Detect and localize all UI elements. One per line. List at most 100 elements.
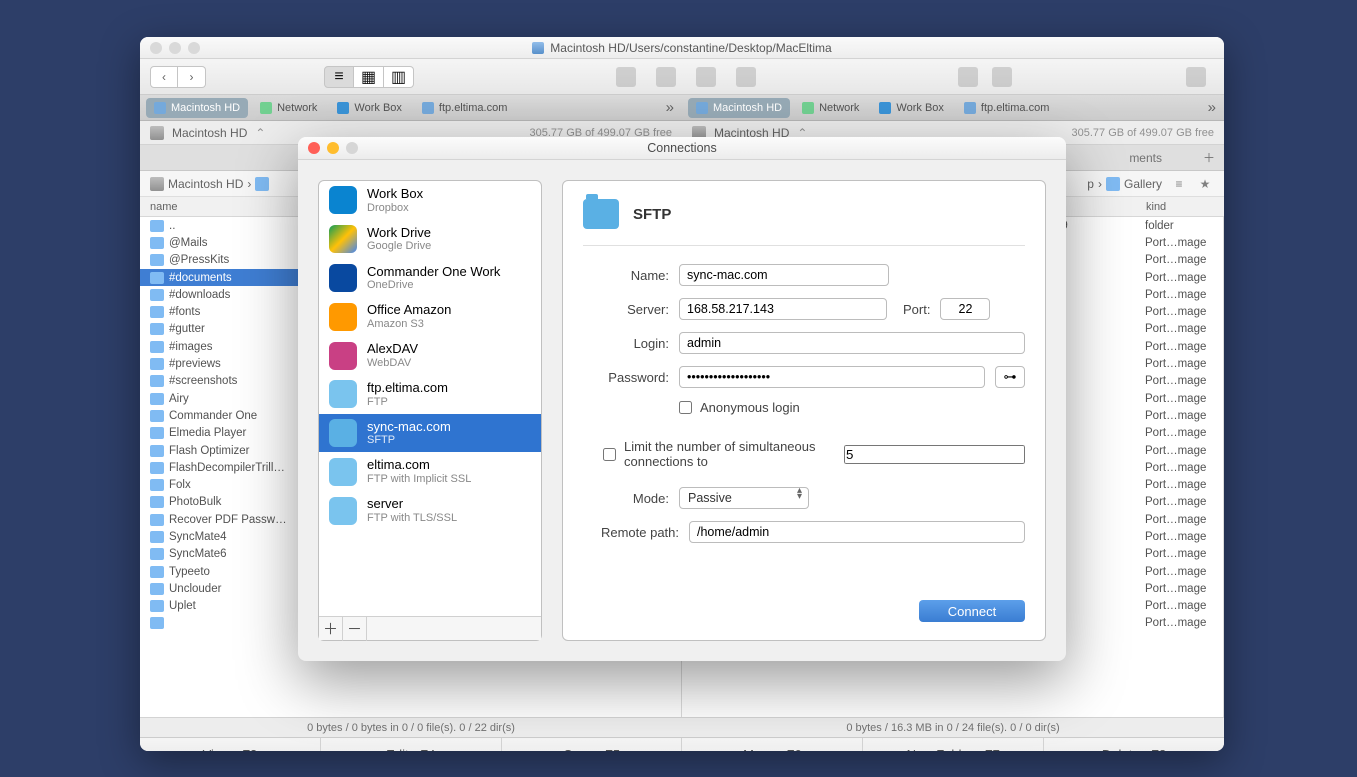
file-kind: folder [1145, 220, 1223, 232]
port-label: Port: [903, 302, 930, 317]
connection-type: FTP [367, 396, 448, 409]
folder-icon [150, 220, 164, 232]
folder-icon [150, 237, 164, 249]
fn-button[interactable]: New Folder - F7 [863, 738, 1044, 751]
close-icon[interactable] [150, 42, 162, 54]
fn-button[interactable]: View - F3 [140, 738, 321, 751]
add-tab-button[interactable]: ＋ [1200, 149, 1218, 167]
folder-icon [150, 479, 164, 491]
info-icon[interactable] [656, 67, 676, 87]
tab-macintosh-hd[interactable]: Macintosh HD [146, 98, 248, 118]
server-input[interactable] [679, 298, 887, 320]
connection-item[interactable]: Office AmazonAmazon S3 [319, 297, 541, 336]
preview-icon[interactable] [696, 67, 716, 87]
service-icon [329, 380, 357, 408]
file-kind: Port…mage [1145, 566, 1223, 578]
tab-network[interactable]: Network [252, 98, 325, 118]
zoom-icon[interactable] [188, 42, 200, 54]
service-icon [329, 342, 357, 370]
connection-item[interactable]: Work BoxDropbox [319, 181, 541, 220]
connection-item[interactable]: AlexDAVWebDAV [319, 336, 541, 375]
back-button[interactable]: ‹ [150, 66, 178, 88]
trash-icon[interactable] [958, 67, 978, 87]
connection-item[interactable]: serverFTP with TLS/SSL [319, 491, 541, 530]
file-kind: Port…mage [1145, 341, 1223, 353]
file-kind: Port…mage [1145, 358, 1223, 370]
view-list-button[interactable]: ≡ [324, 66, 354, 88]
login-input[interactable] [679, 332, 1025, 354]
dropbox-icon [337, 102, 349, 114]
add-connection-button[interactable]: ＋ [319, 617, 343, 641]
mode-select[interactable]: Passive [679, 487, 809, 509]
key-icon[interactable]: ⊶ [995, 366, 1025, 388]
connection-item[interactable]: ftp.eltima.comFTP [319, 375, 541, 414]
folder-icon[interactable] [992, 67, 1012, 87]
connection-name: Commander One Work [367, 264, 500, 280]
service-icon [329, 264, 357, 292]
tabs-overflow-icon[interactable]: » [666, 99, 674, 116]
minimize-icon[interactable] [169, 42, 181, 54]
limit-label: Limit the number of simultaneous connect… [624, 439, 836, 469]
fn-button[interactable]: Edit - F4 [321, 738, 502, 751]
file-kind: Port…mage [1145, 306, 1223, 318]
file-kind: Port…mage [1145, 254, 1223, 266]
limit-checkbox[interactable] [603, 448, 616, 461]
view-icons-button[interactable]: ▦ [354, 66, 384, 88]
remove-connection-button[interactable]: － [343, 617, 367, 641]
file-kind: Port…mage [1145, 496, 1223, 508]
tab-network[interactable]: Network [794, 98, 867, 118]
folder-icon [150, 254, 164, 266]
file-kind: Port…mage [1145, 410, 1223, 422]
tabs-overflow-icon[interactable]: » [1208, 99, 1216, 116]
list-view-icon[interactable]: ≡ [1170, 175, 1188, 193]
file-kind: Port…mage [1145, 514, 1223, 526]
limit-input[interactable] [844, 445, 1025, 464]
tab-workbox[interactable]: Work Box [871, 98, 951, 118]
password-input[interactable] [679, 366, 985, 388]
fn-button[interactable]: Delete - F8 [1044, 738, 1224, 751]
favorite-icon[interactable]: ★ [1196, 175, 1214, 193]
fn-button[interactable]: Move - F6 [682, 738, 863, 751]
connection-item[interactable]: eltima.comFTP with Implicit SSL [319, 452, 541, 491]
folder-icon [150, 358, 164, 370]
tab-ftp[interactable]: ftp.eltima.com [956, 98, 1057, 118]
tab-ftp[interactable]: ftp.eltima.com [414, 98, 515, 118]
service-icon [329, 186, 357, 214]
connect-button[interactable]: Connect [919, 600, 1025, 622]
toggle-icon[interactable] [616, 67, 636, 87]
sftp-icon [583, 199, 619, 229]
fn-button[interactable]: Copy - F5 [502, 738, 683, 751]
tab-workbox[interactable]: Work Box [329, 98, 409, 118]
network-icon [260, 102, 272, 114]
folder-icon [150, 617, 164, 629]
connection-item[interactable]: Work DriveGoogle Drive [319, 220, 541, 259]
forward-button[interactable]: › [178, 66, 206, 88]
minimize-icon[interactable] [327, 142, 339, 154]
folder-icon [150, 410, 164, 422]
download-icon[interactable] [1186, 67, 1206, 87]
tab-macintosh-hd[interactable]: Macintosh HD [688, 98, 790, 118]
service-icon [329, 497, 357, 525]
folder-icon [150, 531, 164, 543]
anonymous-checkbox[interactable] [679, 401, 692, 414]
close-icon[interactable] [308, 142, 320, 154]
sync-icon[interactable] [736, 67, 756, 87]
function-bar: View - F3Edit - F4Copy - F5Move - F6New … [140, 737, 1224, 751]
dialog-titlebar: Connections [298, 137, 1066, 160]
server-label: Server: [583, 302, 669, 317]
connection-list: Work BoxDropboxWork DriveGoogle DriveCom… [318, 180, 542, 641]
connection-name: ftp.eltima.com [367, 380, 448, 396]
name-input[interactable] [679, 264, 889, 286]
folder-icon [150, 496, 164, 508]
port-input[interactable] [940, 298, 990, 320]
connection-item[interactable]: sync-mac.comSFTP [319, 414, 541, 453]
view-columns-button[interactable]: ▥ [384, 66, 414, 88]
folder-icon [150, 566, 164, 578]
remote-path-input[interactable] [689, 521, 1025, 543]
folder-icon [150, 600, 164, 612]
connections-dialog: Connections Work BoxDropboxWork DriveGoo… [298, 137, 1066, 661]
window-title: Macintosh HD/Users/constantine/Desktop/M… [550, 41, 831, 55]
connection-item[interactable]: Commander One WorkOneDrive [319, 259, 541, 298]
anonymous-label: Anonymous login [700, 400, 800, 415]
connection-type: Dropbox [367, 202, 423, 215]
